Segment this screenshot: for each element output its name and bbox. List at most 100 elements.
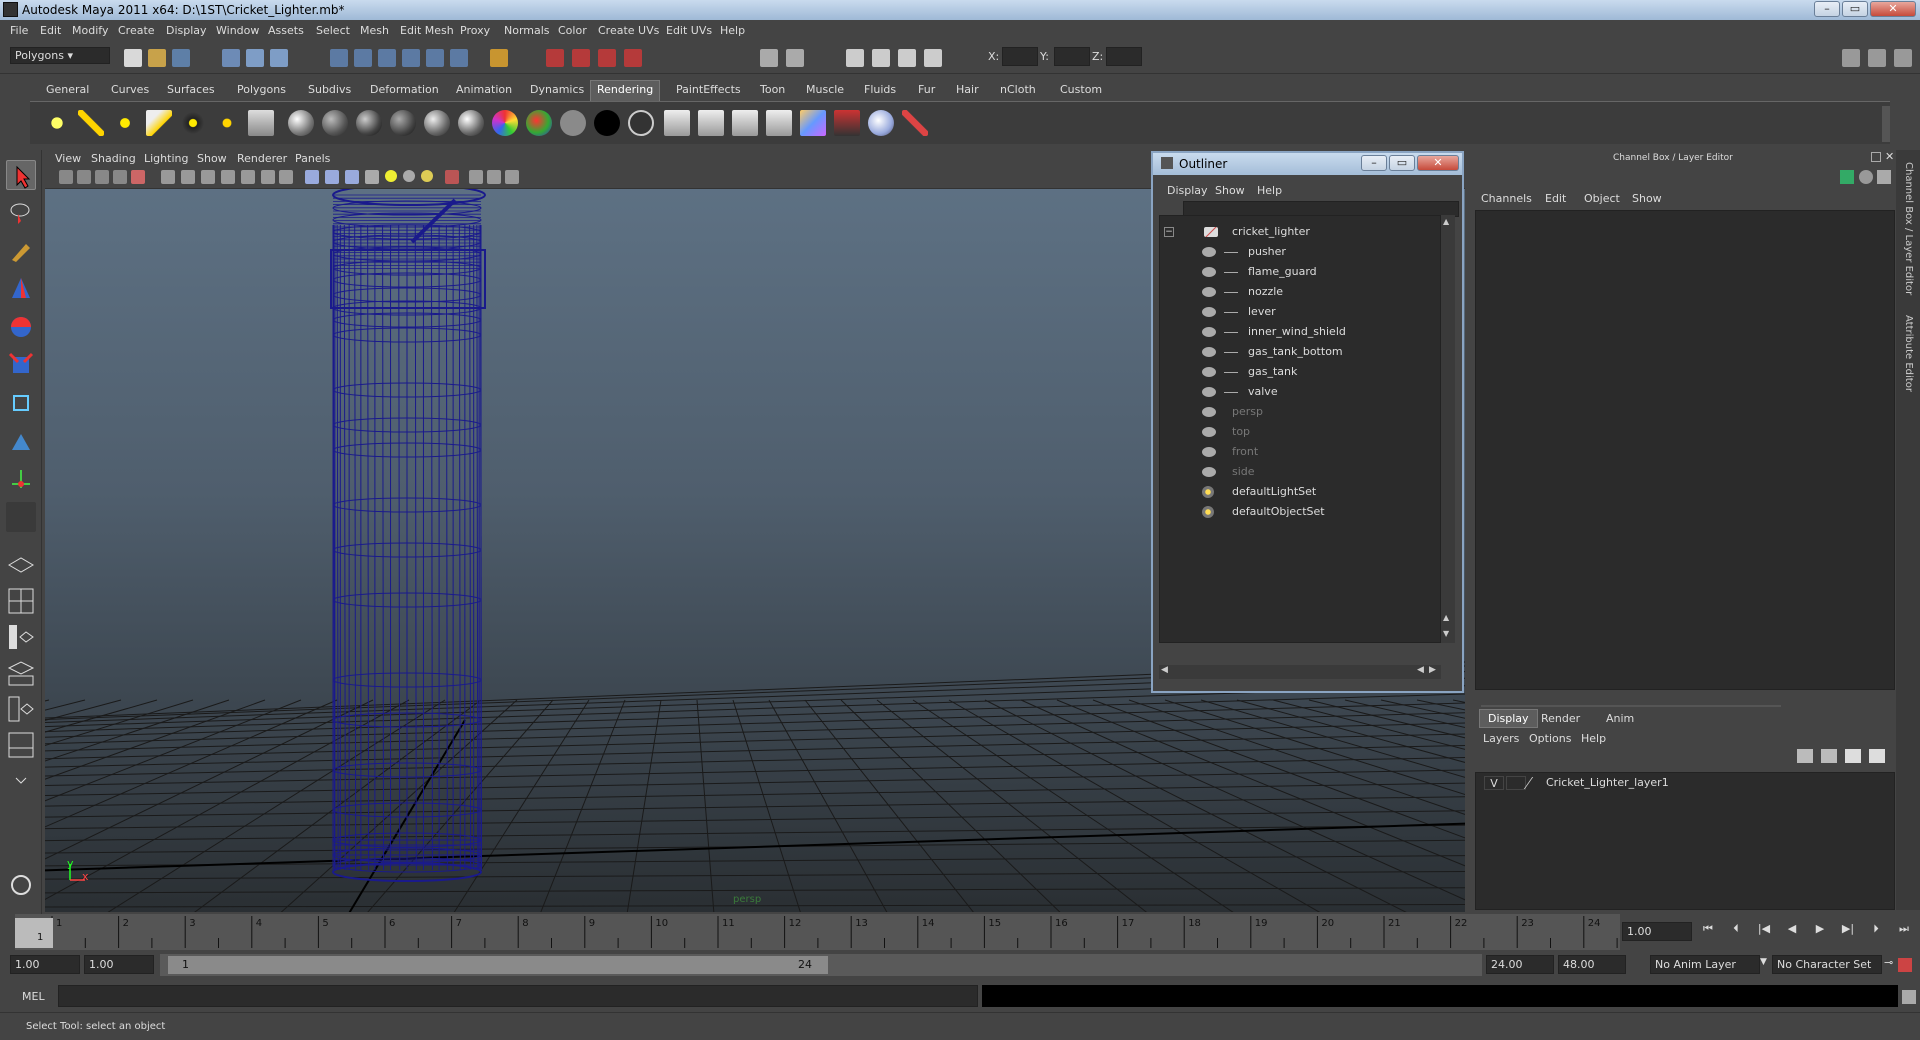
- shelf-tab-animation[interactable]: Animation: [450, 83, 518, 96]
- go-to-start-icon[interactable]: ⏮: [1700, 922, 1716, 938]
- outliner-item-flame-guard[interactable]: flame_guard: [1160, 262, 1442, 282]
- display-panel-icon[interactable]: [760, 49, 778, 67]
- snap-surface-icon[interactable]: [426, 49, 444, 67]
- outliner-item-gas-tank-bottom[interactable]: gas_tank_bottom: [1160, 342, 1442, 362]
- shelf-tab-painteffects[interactable]: PaintEffects: [670, 83, 747, 96]
- use-default-lighting-icon[interactable]: [385, 170, 397, 182]
- hair-tube-shader-icon[interactable]: [526, 110, 552, 136]
- two-d-pan-icon[interactable]: [131, 170, 145, 184]
- scroll-up-icon-lower[interactable]: ▲: [1443, 613, 1453, 623]
- use-all-lights-icon[interactable]: [403, 170, 415, 182]
- outliner-minimize-button[interactable]: –: [1361, 155, 1387, 171]
- render-settings-icon[interactable]: [598, 49, 616, 67]
- textured-icon[interactable]: [365, 170, 379, 184]
- channel-box-options-icon[interactable]: [1840, 170, 1854, 184]
- outliner-item-front[interactable]: front: [1160, 442, 1442, 462]
- shelf-tab-curves[interactable]: Curves: [105, 83, 155, 96]
- shelf-tab-rendering[interactable]: Rendering: [590, 80, 661, 101]
- shelf-tab-ncloth[interactable]: nCloth: [994, 83, 1042, 96]
- single-perspective-layout-icon[interactable]: [6, 550, 36, 580]
- channel-box-speed-icon[interactable]: [1859, 170, 1873, 184]
- select-hierarchy-icon[interactable]: [222, 49, 240, 67]
- shelf-tab-toon[interactable]: Toon: [754, 83, 791, 96]
- use-background-icon[interactable]: [594, 110, 620, 136]
- render-current-shelf-icon[interactable]: [698, 110, 724, 136]
- range-slider-track[interactable]: 1 24: [160, 954, 1482, 976]
- menu-select[interactable]: Select: [316, 24, 350, 37]
- current-frame-marker[interactable]: 1: [15, 918, 53, 948]
- resolution-gate-icon[interactable]: [201, 170, 215, 184]
- point-light-icon[interactable]: [112, 110, 138, 136]
- outliner-maximize-button[interactable]: ▭: [1389, 155, 1415, 171]
- vp-menu-view[interactable]: View: [55, 152, 81, 165]
- shadow-matte-icon[interactable]: [628, 110, 654, 136]
- scroll-right-icon[interactable]: ▶: [1429, 665, 1436, 675]
- volume-light-icon[interactable]: [214, 110, 240, 136]
- scroll-down-icon[interactable]: ▼: [1443, 629, 1453, 639]
- character-set-dropdown[interactable]: No Character Set: [1772, 955, 1882, 974]
- range-slider-handle[interactable]: 1 24: [168, 956, 828, 974]
- scroll-up-icon[interactable]: ▲: [1443, 217, 1453, 227]
- bookmarks-icon[interactable]: [95, 170, 109, 184]
- layered-shader-icon[interactable]: [458, 110, 484, 136]
- shelf-tab-polygons[interactable]: Polygons: [231, 83, 292, 96]
- shelf-tab-deformation[interactable]: Deformation: [364, 83, 445, 96]
- menu-normals[interactable]: Normals: [504, 24, 550, 37]
- shelf-tab-muscle[interactable]: Muscle: [800, 83, 850, 96]
- vp-menu-shading[interactable]: Shading: [91, 152, 136, 165]
- outliner-menu-display[interactable]: Display: [1167, 184, 1208, 197]
- mode-dropdown[interactable]: Polygons ▾: [10, 47, 110, 64]
- outliner-menu-help[interactable]: Help: [1257, 184, 1282, 197]
- collapse-icon[interactable]: −: [1164, 227, 1174, 237]
- outliner-menu-show[interactable]: Show: [1215, 184, 1245, 197]
- outliner-item-top[interactable]: top: [1160, 422, 1442, 442]
- lambert-material-icon[interactable]: [322, 110, 348, 136]
- grid-toggle-icon[interactable]: [161, 170, 175, 184]
- anim-layer-dropdown[interactable]: No Anim Layer: [1650, 955, 1760, 974]
- construction-history-icon[interactable]: [490, 49, 508, 67]
- paint-effects-brush-icon[interactable]: [902, 110, 928, 136]
- menu-color[interactable]: Color: [558, 24, 587, 37]
- shelf-tab-general[interactable]: General: [40, 83, 95, 96]
- last-tool-icon[interactable]: [6, 502, 36, 532]
- menu-mesh[interactable]: Mesh: [360, 24, 389, 37]
- backface-culling-icon[interactable]: [487, 170, 501, 184]
- layer-menu-help[interactable]: Help: [1581, 732, 1606, 745]
- new-scene-icon[interactable]: [124, 49, 142, 67]
- layer-menu-layers[interactable]: Layers: [1483, 732, 1519, 745]
- render-frame-icon[interactable]: [546, 49, 564, 67]
- layer-visibility-toggle[interactable]: V: [1484, 776, 1504, 790]
- ipr-render-shelf-icon[interactable]: [732, 110, 758, 136]
- menu-assets[interactable]: Assets: [268, 24, 304, 37]
- y-field[interactable]: [1054, 47, 1090, 66]
- toggle-tool-settings-icon[interactable]: [1868, 49, 1886, 67]
- quick-layout-icon[interactable]: [6, 870, 36, 900]
- create-empty-layer-icon[interactable]: [1845, 749, 1861, 763]
- layer-tab-render[interactable]: Render: [1541, 712, 1580, 725]
- shadows-icon[interactable]: [421, 170, 433, 182]
- soft-modification-icon[interactable]: [6, 426, 36, 456]
- move-layer-down-icon[interactable]: [1821, 749, 1837, 763]
- outliner-item-defaultlightset[interactable]: defaultLightSet: [1160, 482, 1442, 502]
- shelf-tab-fur[interactable]: Fur: [912, 83, 941, 96]
- step-back-frame-icon[interactable]: ⏴: [1728, 922, 1744, 938]
- wireframe-mode-icon[interactable]: [305, 170, 319, 184]
- animation-start-field[interactable]: 1.00: [10, 955, 80, 974]
- safe-action-icon[interactable]: [261, 170, 275, 184]
- shelf-tab-dynamics[interactable]: Dynamics: [524, 83, 590, 96]
- select-camera-icon[interactable]: [59, 170, 73, 184]
- x-field[interactable]: [1002, 47, 1038, 66]
- outliner-item-inner-wind-shield[interactable]: inner_wind_shield: [1160, 322, 1442, 342]
- menu-edit[interactable]: Edit: [40, 24, 61, 37]
- anisotropic-material-icon[interactable]: [424, 110, 450, 136]
- snap-plane-icon[interactable]: [402, 49, 420, 67]
- directional-light-icon[interactable]: [78, 110, 104, 136]
- ramp-shader-icon[interactable]: [492, 110, 518, 136]
- render-globals-icon[interactable]: [924, 49, 942, 67]
- hypershade-icon[interactable]: [624, 49, 642, 67]
- hypershade-shelf-icon[interactable]: [800, 110, 826, 136]
- camera-attributes-icon[interactable]: [77, 170, 91, 184]
- render-settings-shelf-icon[interactable]: [664, 110, 690, 136]
- preferences-icon[interactable]: [1898, 958, 1912, 972]
- anim-layer-dropdown-arrow-icon[interactable]: ▼: [1760, 957, 1767, 967]
